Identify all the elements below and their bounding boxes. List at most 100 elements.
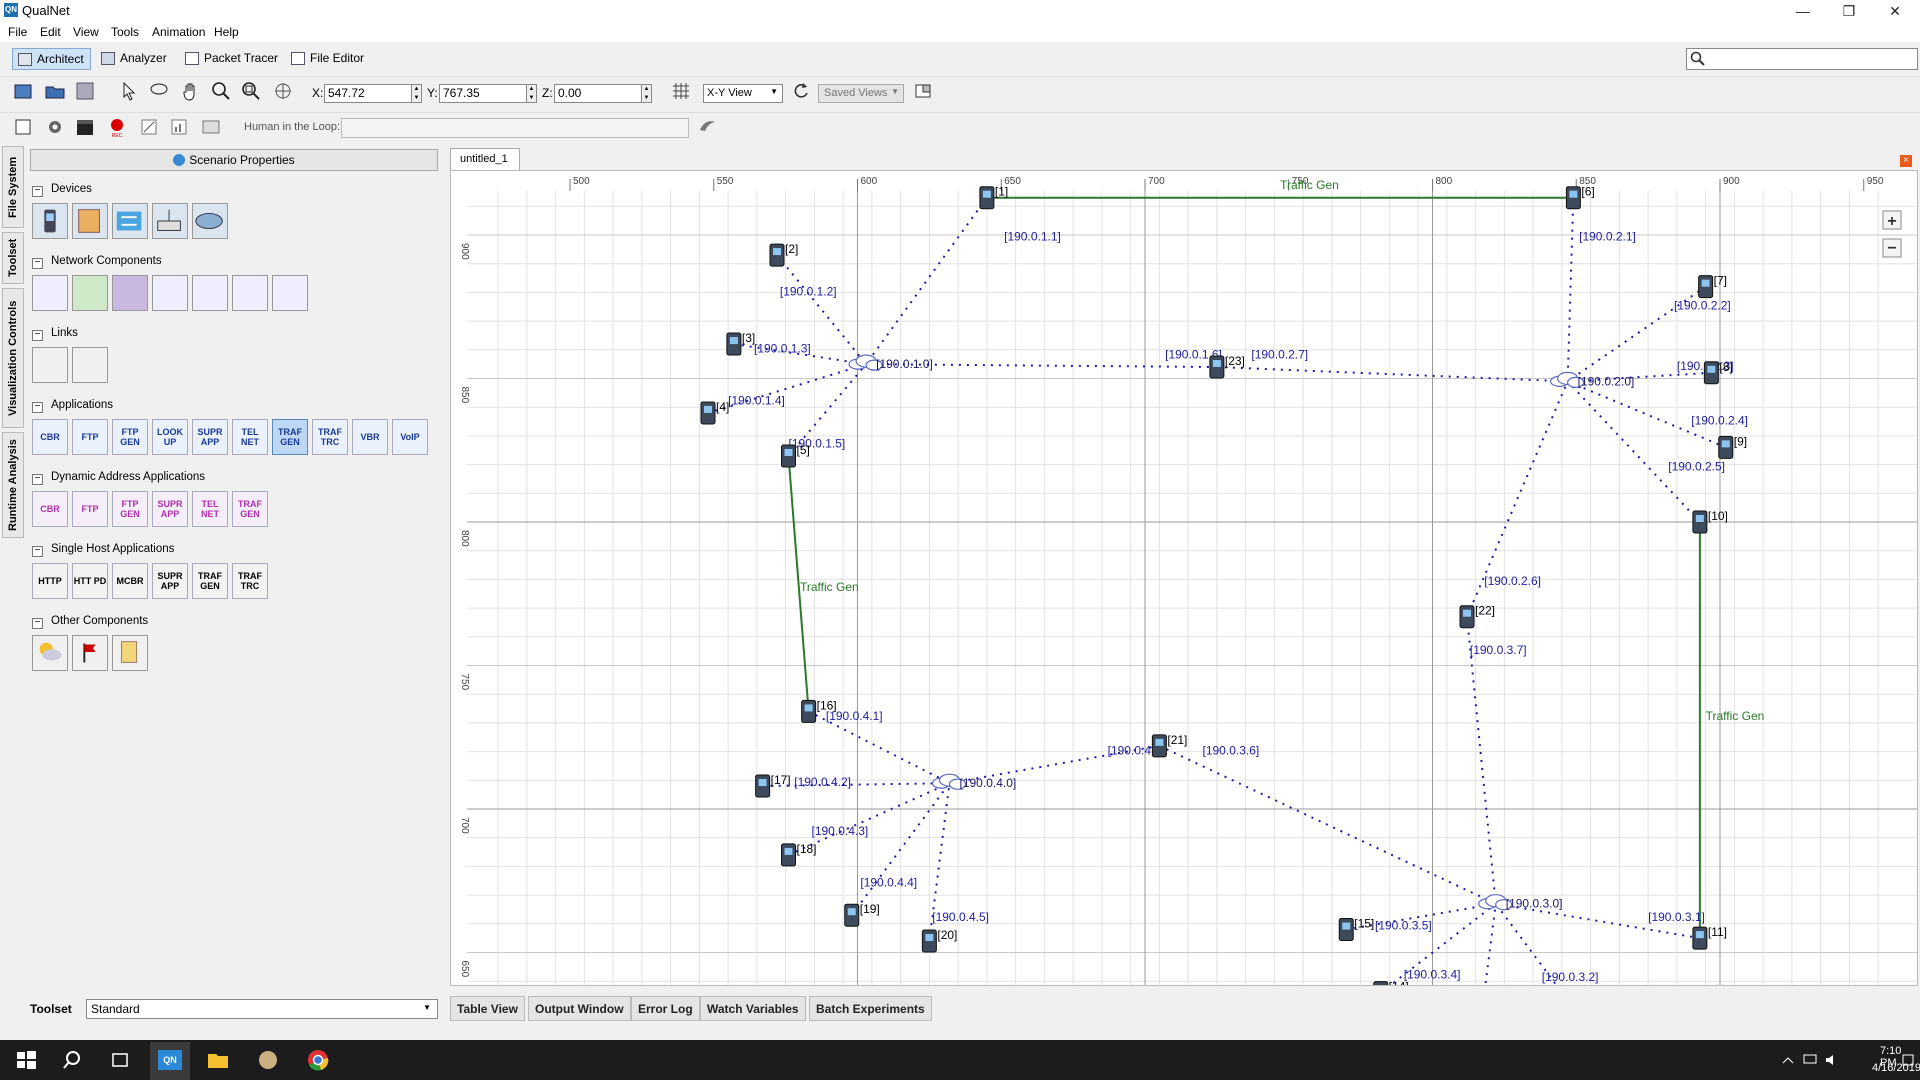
link-wireless-icon[interactable] bbox=[72, 347, 108, 383]
menu-animation[interactable]: Animation bbox=[152, 25, 205, 39]
rotate-view-icon[interactable] bbox=[272, 80, 294, 102]
network-icon[interactable] bbox=[1802, 1052, 1818, 1068]
refresh-icon[interactable] bbox=[790, 80, 812, 102]
node-device-icon[interactable] bbox=[1703, 361, 1719, 385]
notification-icon[interactable] bbox=[1900, 1052, 1916, 1068]
app-supr-app[interactable]: SUPR APP bbox=[192, 419, 228, 455]
section-single-host[interactable]: − Single Host Applications bbox=[32, 543, 174, 557]
node-device-icon[interactable] bbox=[1565, 186, 1581, 210]
windows-start-icon[interactable] bbox=[14, 1048, 38, 1072]
app-traf-gen[interactable]: TRAF GEN bbox=[272, 419, 308, 455]
note-icon[interactable] bbox=[112, 635, 148, 671]
grid-settings-icon[interactable] bbox=[670, 80, 692, 102]
tab-analyzer[interactable]: Analyzer bbox=[96, 48, 173, 70]
saved-views-select[interactable]: Saved Views ▼ bbox=[818, 84, 904, 103]
flag-icon[interactable] bbox=[72, 635, 108, 671]
tab-output-window[interactable]: Output Window bbox=[528, 996, 631, 1021]
app-cbr[interactable]: CBR bbox=[32, 419, 68, 455]
dyn-app-cbr[interactable]: CBR bbox=[32, 491, 68, 527]
menu-file[interactable]: File bbox=[8, 25, 27, 39]
record-icon[interactable]: REC bbox=[106, 116, 128, 139]
device-access-point[interactable] bbox=[152, 203, 188, 239]
node-device-icon[interactable] bbox=[700, 401, 716, 425]
device-switch[interactable] bbox=[112, 203, 148, 239]
chrome-icon[interactable] bbox=[306, 1048, 330, 1072]
single-app-httpd[interactable]: HTT PD bbox=[72, 563, 108, 599]
y-coordinate-input[interactable]: 767.35 bbox=[439, 84, 527, 103]
tab-watch-variables[interactable]: Watch Variables bbox=[700, 996, 806, 1021]
node-device-icon[interactable] bbox=[755, 774, 771, 798]
node-device-icon[interactable] bbox=[1459, 605, 1475, 629]
run-settings-icon[interactable] bbox=[12, 116, 34, 138]
tab-runtime-analysis[interactable]: Runtime Analysis bbox=[2, 432, 24, 538]
view-mode-select[interactable]: X-Y View ▼ bbox=[703, 84, 783, 103]
app-ftp[interactable]: FTP bbox=[72, 419, 108, 455]
z-spinner[interactable]: ▲ ▼ bbox=[641, 84, 652, 103]
section-links[interactable]: − Links bbox=[32, 327, 78, 341]
minimize-button[interactable]: — bbox=[1780, 0, 1826, 22]
node-device-icon[interactable] bbox=[726, 332, 742, 356]
node-device-icon[interactable] bbox=[769, 243, 785, 267]
search-icon[interactable] bbox=[60, 1048, 84, 1072]
node-device-icon[interactable] bbox=[1209, 355, 1225, 379]
close-document-icon[interactable]: × bbox=[1900, 155, 1912, 167]
node-device-icon[interactable] bbox=[781, 843, 796, 867]
node-device-icon[interactable] bbox=[1692, 510, 1708, 534]
menu-tools[interactable]: Tools bbox=[111, 25, 139, 39]
device-server-rack[interactable] bbox=[72, 203, 108, 239]
tab-file-system[interactable]: File System bbox=[2, 146, 24, 228]
node-device-icon[interactable] bbox=[1373, 981, 1389, 1005]
tray-chevron-icon[interactable] bbox=[1780, 1052, 1796, 1068]
app-ftp-gen[interactable]: FTP GEN bbox=[112, 419, 148, 455]
maximize-button[interactable]: ❐ bbox=[1826, 0, 1872, 22]
section-applications[interactable]: − Applications bbox=[32, 399, 113, 413]
single-app-traf-gen[interactable]: TRAF GEN bbox=[192, 563, 228, 599]
section-network-components[interactable]: − Network Components bbox=[32, 255, 162, 269]
network-diagram[interactable]: 5005506006507007508008509009501000105090… bbox=[451, 171, 1917, 1051]
tab-table-view[interactable]: Table View bbox=[450, 996, 525, 1021]
link-wired-icon[interactable] bbox=[32, 347, 68, 383]
section-other-components[interactable]: − Other Components bbox=[32, 615, 148, 629]
new-scenario-icon[interactable] bbox=[12, 80, 34, 102]
node-device-icon[interactable] bbox=[979, 186, 995, 210]
close-button[interactable]: ✕ bbox=[1872, 0, 1918, 22]
qualnet-taskbar-icon[interactable]: QN bbox=[150, 1042, 190, 1080]
toolset-select[interactable]: Standard ▼ bbox=[86, 999, 438, 1019]
select-arrow-icon[interactable] bbox=[118, 80, 140, 102]
node-device-icon[interactable] bbox=[921, 929, 937, 953]
node-device-icon[interactable] bbox=[801, 699, 817, 723]
component-wired-subnet[interactable] bbox=[192, 275, 228, 311]
weather-icon[interactable] bbox=[32, 635, 68, 671]
section-dynamic-apps[interactable]: − Dynamic Address Applications bbox=[32, 471, 205, 485]
node-device-icon[interactable] bbox=[1151, 734, 1167, 758]
open-folder-icon[interactable] bbox=[44, 80, 66, 102]
stats-icon[interactable] bbox=[168, 116, 190, 138]
single-app-http[interactable]: HTTP bbox=[32, 563, 68, 599]
app-traf-trc[interactable]: TRAF TRC bbox=[312, 419, 348, 455]
node-device-icon[interactable] bbox=[844, 903, 860, 927]
clapboard-icon[interactable] bbox=[74, 116, 96, 138]
app-telnet[interactable]: TEL NET bbox=[232, 419, 268, 455]
x-coordinate-input[interactable]: 547.72 bbox=[324, 84, 412, 103]
node-device-icon[interactable] bbox=[1698, 275, 1714, 299]
pan-hand-icon[interactable] bbox=[180, 80, 202, 102]
tab-packet-tracer[interactable]: Packet Tracer bbox=[180, 48, 284, 70]
app-vbr[interactable]: VBR bbox=[352, 419, 388, 455]
tab-batch-experiments[interactable]: Batch Experiments bbox=[809, 996, 932, 1021]
hitl-command-input[interactable] bbox=[341, 118, 689, 138]
save-icon[interactable] bbox=[74, 80, 96, 102]
component-satellite[interactable] bbox=[112, 275, 148, 311]
menu-help[interactable]: Help bbox=[214, 25, 239, 39]
app-lookup[interactable]: LOOK UP bbox=[152, 419, 188, 455]
device-router[interactable] bbox=[192, 203, 228, 239]
dyn-app-ftp-gen[interactable]: FTP GEN bbox=[112, 491, 148, 527]
component-hierarchy[interactable] bbox=[32, 275, 68, 311]
app-voip[interactable]: VoIP bbox=[392, 419, 428, 455]
scenario-properties-button[interactable]: Scenario Properties bbox=[30, 149, 438, 171]
component-wireless-subnet[interactable] bbox=[152, 275, 188, 311]
node-device-icon[interactable] bbox=[1718, 435, 1734, 459]
hitl-send-icon[interactable] bbox=[696, 116, 718, 138]
y-spinner[interactable]: ▲ ▼ bbox=[526, 84, 537, 103]
node-device-icon[interactable] bbox=[1338, 918, 1354, 942]
app-taskbar-icon[interactable] bbox=[256, 1048, 280, 1072]
